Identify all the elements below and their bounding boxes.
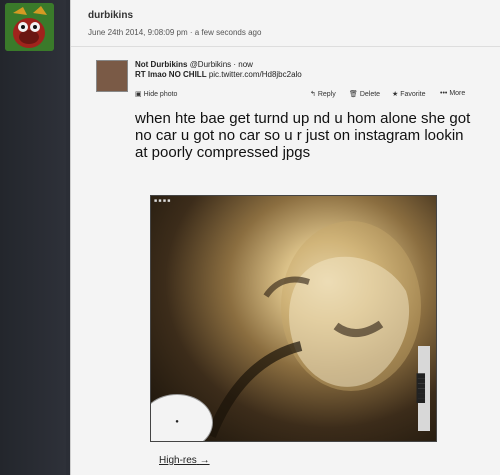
star-icon: ★	[392, 91, 399, 98]
post-card: durbikins June 24th 2014, 9:08:09 pm · a…	[70, 0, 500, 475]
tweet-author-handle[interactable]: @Durbikins	[190, 60, 231, 69]
tweet-actions: ▣ Hide photo ↰ Reply 🗑 Delete ★ Favorite…	[135, 90, 475, 102]
delete-button[interactable]: 🗑 Delete	[349, 90, 380, 98]
tweet-rt-line: RT lmao NO CHILL pic.twitter.com/Hd8jbc2…	[135, 70, 302, 79]
tweet-photo[interactable]: ■ ■ ■ ■ ██████ ●	[150, 195, 437, 442]
more-button[interactable]: ••• More	[440, 90, 465, 97]
hide-photo-label: Hide photo	[143, 91, 178, 98]
divider	[71, 46, 500, 47]
tweet-time[interactable]: now	[238, 60, 253, 69]
reply-button[interactable]: ↰ Reply	[310, 90, 336, 98]
favorite-button[interactable]: ★ Favorite	[392, 90, 426, 98]
tweet-avatar[interactable]	[96, 60, 128, 92]
rt-prefix: RT	[135, 70, 146, 79]
tweet-header: Not Durbikins @Durbikins · now	[135, 60, 253, 69]
image-icon: ▣	[135, 91, 142, 98]
high-res-link[interactable]: High-res →	[159, 455, 210, 466]
photo-caption: ■ ■ ■ ■	[154, 198, 171, 204]
hide-photo-link[interactable]: ▣ Hide photo	[135, 90, 177, 98]
favorite-label: Favorite	[400, 91, 426, 98]
rt-link[interactable]: pic.twitter.com/Hd8jbc2alo	[209, 70, 302, 79]
rt-text: lmao NO CHILL	[147, 70, 207, 79]
more-label: More	[449, 90, 466, 97]
reply-icon: ↰	[310, 91, 316, 98]
reply-label: Reply	[317, 91, 336, 98]
post-author[interactable]: durbikins	[88, 10, 133, 21]
tweet-text: when hte bae get turnd up nd u hom alone…	[135, 110, 471, 161]
photo-watermark: ██████	[418, 346, 430, 431]
trash-icon: 🗑	[349, 91, 358, 98]
tweet-author-name[interactable]: Not Durbikins	[135, 60, 187, 69]
post-timestamp: June 24th 2014, 9:08:09 pm · a few secon…	[88, 28, 262, 37]
arrow-right-icon: →	[199, 455, 210, 466]
avatar[interactable]	[5, 3, 54, 51]
delete-label: Delete	[359, 91, 381, 98]
high-res-label: High-res	[159, 455, 197, 466]
more-icon: •••	[440, 90, 448, 97]
left-strip	[0, 0, 66, 475]
